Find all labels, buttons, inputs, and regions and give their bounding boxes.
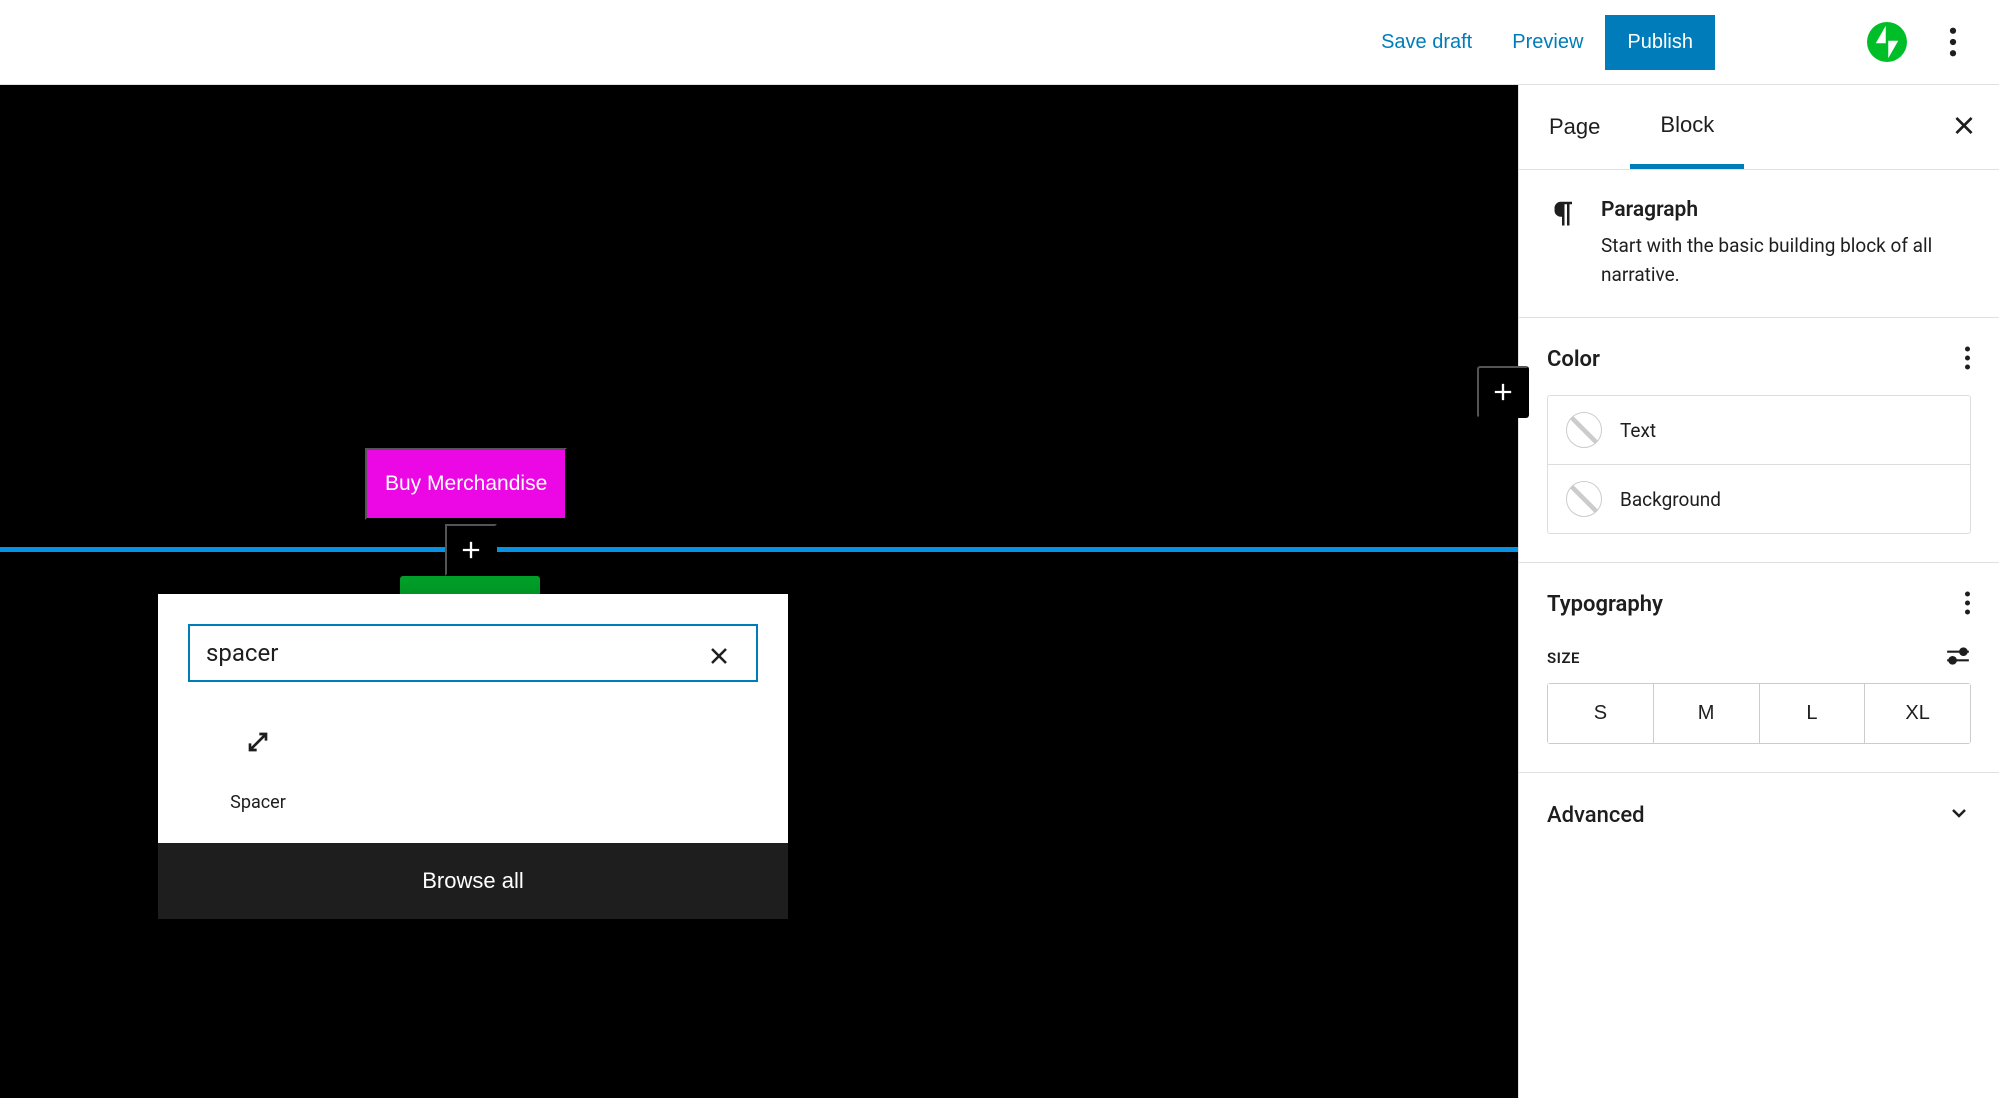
size-option-xl[interactable]: XL [1864,684,1970,743]
spacer-block-icon [242,712,274,772]
block-info-header: Paragraph Start with the basic building … [1519,170,1999,318]
more-vertical-icon [1964,591,1971,615]
close-icon [1951,113,1977,139]
typography-panel: Typography SIZE S M L XL [1519,563,1999,773]
size-option-s[interactable]: S [1548,684,1653,743]
typography-panel-heading: Typography [1547,592,1663,617]
advanced-heading: Advanced [1547,803,1645,828]
more-options-button[interactable] [1927,16,1979,68]
color-options-list: Text Background [1547,395,1971,534]
text-color-row[interactable]: Text [1548,396,1970,464]
advanced-panel-toggle[interactable]: Advanced [1519,773,1999,857]
inserter-search-container [158,594,788,712]
close-sidebar-button[interactable] [1951,113,1977,142]
sliders-icon [1945,646,1971,666]
publish-button[interactable]: Publish [1605,15,1715,70]
block-insertion-indicator [0,547,1518,552]
add-block-floating-button[interactable] [1477,366,1529,418]
settings-sidebar-toggle[interactable] [1729,16,1781,68]
sidebar-tabs: Page Block [1519,85,1999,170]
clear-search-button[interactable] [705,642,733,670]
jetpack-button[interactable] [1861,16,1913,68]
block-title: Paragraph [1601,198,1971,222]
sidebar-icon [1741,28,1769,56]
size-option-m[interactable]: M [1653,684,1759,743]
newspack-button[interactable] [1795,16,1847,68]
typography-panel-options[interactable] [1964,591,1971,618]
editor-canvas[interactable]: Buy Merchandise Spacer B [0,85,1518,1098]
browse-all-blocks-button[interactable]: Browse all [158,843,788,919]
more-vertical-icon [1938,27,1968,57]
block-description: Start with the basic building block of a… [1601,232,1971,289]
tab-page[interactable]: Page [1519,85,1630,169]
plus-icon [457,536,485,564]
color-panel-heading: Color [1547,347,1600,372]
text-color-swatch [1566,412,1602,448]
color-panel-options[interactable] [1964,346,1971,373]
block-inserter-popover: Spacer Browse all [158,594,788,919]
block-result-spacer[interactable]: Spacer [188,712,328,813]
font-size-options: S M L XL [1547,683,1971,744]
background-color-swatch [1566,481,1602,517]
color-panel: Color Text Background [1519,318,1999,563]
block-search-input[interactable] [188,624,758,682]
newspack-icon [1804,25,1838,59]
background-color-label: Background [1620,488,1721,511]
size-label: SIZE [1547,649,1580,667]
buy-merchandise-button[interactable]: Buy Merchandise [365,448,567,520]
paragraph-icon [1547,198,1577,289]
background-color-row[interactable]: Background [1548,464,1970,533]
preview-button[interactable]: Preview [1494,19,1601,66]
insert-block-inline-button[interactable] [445,524,497,576]
size-settings-button[interactable] [1945,646,1971,669]
plus-icon [1489,378,1517,406]
more-vertical-icon [1964,346,1971,370]
block-result-label: Spacer [230,792,286,813]
close-icon [707,644,731,668]
jetpack-icon [1867,22,1907,62]
chevron-down-icon [1947,801,1971,829]
settings-sidebar: Page Block Paragraph Start with the basi… [1518,85,1999,1098]
editor-top-toolbar: Save draft Preview Publish [0,0,1999,85]
size-option-l[interactable]: L [1759,684,1865,743]
save-draft-button[interactable]: Save draft [1363,19,1490,66]
text-color-label: Text [1620,419,1656,442]
tab-block[interactable]: Block [1630,85,1744,169]
inserter-results: Spacer [158,712,788,843]
